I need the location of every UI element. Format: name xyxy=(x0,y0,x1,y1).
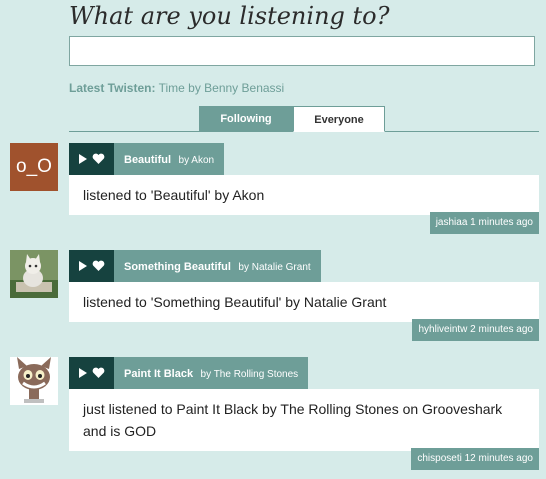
song-artist: by Akon xyxy=(178,155,215,166)
play-controls[interactable] xyxy=(69,143,114,175)
username-link[interactable]: hyhliveintw xyxy=(418,324,467,335)
play-controls[interactable] xyxy=(69,250,114,282)
tab-following[interactable]: Following xyxy=(199,106,293,132)
tab-bar: Following Everyone xyxy=(69,106,539,132)
post-meta: jashiaa 1 minutes ago xyxy=(429,212,539,234)
song-title[interactable]: Paint It Black xyxy=(124,368,193,380)
song-info: Beautiful by Akon xyxy=(114,143,225,175)
tab-everyone[interactable]: Everyone xyxy=(293,106,385,132)
song-info: Paint It Black by The Rolling Stones xyxy=(114,357,309,389)
page-title: What are you listening to? xyxy=(69,2,390,30)
cat-photo-icon xyxy=(10,250,58,298)
heart-icon[interactable] xyxy=(92,367,105,379)
song-info: Something Beautiful by Natalie Grant xyxy=(114,250,321,282)
status-input[interactable] xyxy=(69,36,535,66)
avatar[interactable] xyxy=(10,250,58,298)
latest-twisten: Latest Twisten: Time by Benny Benassi xyxy=(69,81,284,95)
song-artist: by The Rolling Stones xyxy=(200,369,299,380)
status-text: listened to 'Something Beautiful' by Nat… xyxy=(69,282,539,322)
song-bar: Something Beautiful by Natalie Grant xyxy=(69,250,321,282)
song-bar: Beautiful by Akon xyxy=(69,143,225,175)
status-text: listened to 'Beautiful' by Akon xyxy=(69,175,539,215)
timestamp: 12 minutes ago xyxy=(464,453,533,464)
song-artist: by Natalie Grant xyxy=(238,262,311,273)
play-icon[interactable] xyxy=(78,260,88,272)
post-meta: hyhliveintw 2 minutes ago xyxy=(412,319,539,341)
latest-label: Latest Twisten: xyxy=(69,81,156,95)
username-link[interactable]: jashiaa xyxy=(436,217,468,228)
heart-icon[interactable] xyxy=(92,153,105,165)
timestamp: 1 minutes ago xyxy=(470,217,533,228)
play-icon[interactable] xyxy=(78,153,88,165)
latest-text: Time by Benny Benassi xyxy=(158,81,285,95)
status-text: just listened to Paint It Black by The R… xyxy=(69,389,539,451)
cartoon-cat-icon xyxy=(10,357,58,405)
heart-icon[interactable] xyxy=(92,260,105,272)
song-title[interactable]: Beautiful xyxy=(124,154,171,166)
play-controls[interactable] xyxy=(69,357,114,389)
username-link[interactable]: chisposeti xyxy=(417,453,461,464)
play-icon[interactable] xyxy=(78,367,88,379)
song-bar: Paint It Black by The Rolling Stones xyxy=(69,357,309,389)
timestamp: 2 minutes ago xyxy=(470,324,533,335)
avatar[interactable] xyxy=(10,357,58,405)
avatar[interactable]: o_O xyxy=(10,143,58,191)
avatar-text: o_O xyxy=(16,156,52,177)
song-title[interactable]: Something Beautiful xyxy=(124,261,231,273)
post-meta: chisposeti 12 minutes ago xyxy=(411,448,539,470)
